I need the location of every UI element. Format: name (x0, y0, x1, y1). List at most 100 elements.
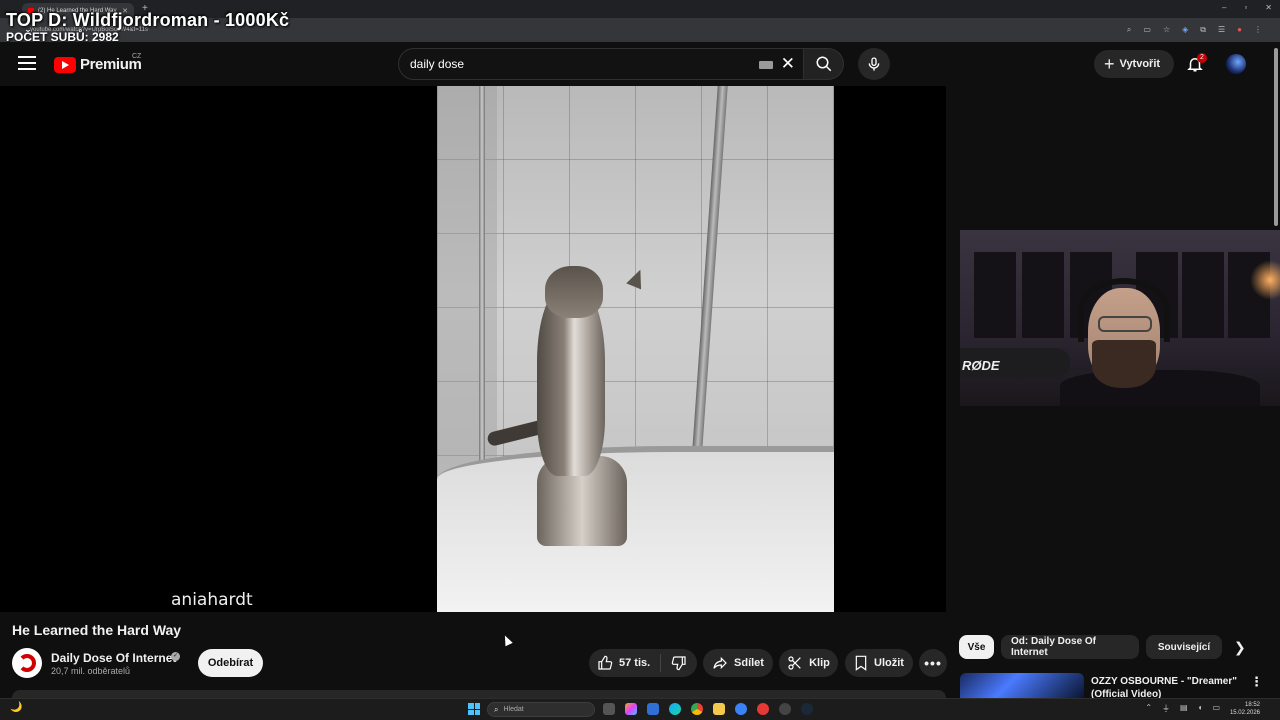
chevron-right-icon[interactable]: ❯ (1234, 639, 1246, 656)
taskbar-clock[interactable]: 18:52 15.02.2026 (1230, 701, 1260, 717)
streamer-shirt (1060, 370, 1260, 406)
clear-search-icon[interactable]: ✕ (781, 55, 795, 73)
clip-label: Klip (809, 657, 830, 669)
chip-related[interactable]: Související (1146, 635, 1222, 659)
acoustic-panel (1182, 252, 1224, 338)
cat-head (545, 266, 603, 318)
share-icon (713, 656, 727, 670)
battery-icon[interactable]: ▭ (1212, 703, 1220, 714)
extensions-puzzle-icon[interactable]: ⧉ (1200, 25, 1206, 35)
dislike-button[interactable] (661, 655, 687, 671)
country-code: CZ (132, 53, 142, 60)
mouse-cursor-icon (501, 633, 513, 647)
clock-date: 15.02.2026 (1229, 710, 1260, 716)
video-player[interactable]: aniahardt (0, 86, 946, 612)
app-icon[interactable] (735, 703, 747, 715)
window-controls: – ▫ ✕ (1222, 3, 1272, 12)
kebab-menu-icon[interactable]: ⋮ (1250, 674, 1263, 690)
widgets-icon[interactable] (625, 703, 637, 715)
windows-taskbar: 🌙 ⌕ Hledat ⌃ ⏚ ▤ ◖ ▭ 18:52 15.02.2026 (0, 698, 1280, 720)
clip-button[interactable]: Klip (779, 649, 838, 677)
verified-badge-icon: ✓ (171, 652, 180, 661)
like-dislike-group: 57 tis. (589, 649, 697, 677)
extension-icon[interactable]: ◈ (1182, 25, 1188, 35)
task-view-icon[interactable] (603, 703, 615, 715)
app-icon[interactable] (779, 703, 791, 715)
hamburger-menu-icon[interactable] (18, 56, 36, 70)
thumbs-up-icon (598, 655, 613, 670)
taskbar-search-placeholder: Hledat (503, 706, 524, 713)
channel-avatar[interactable] (12, 648, 42, 678)
search-input[interactable] (410, 57, 730, 71)
profile-icon[interactable]: ● (1237, 25, 1242, 35)
share-label: Sdílet (734, 657, 764, 669)
close-window-icon[interactable]: ✕ (1265, 3, 1272, 12)
bookmark-icon (855, 655, 867, 671)
file-explorer-icon[interactable] (713, 703, 725, 715)
headphones-icon (1078, 278, 1170, 342)
streamer-beard (1092, 340, 1156, 388)
store-icon[interactable] (647, 703, 659, 715)
video-title: He Learned the Hard Way (12, 622, 182, 638)
windows-start-icon[interactable] (468, 703, 480, 715)
related-video-title[interactable]: OZZY OSBOURNE - "Dreamer" (Official Vide… (1091, 675, 1241, 698)
share-button[interactable]: Sdílet (703, 649, 773, 677)
chip-from-channel[interactable]: Od: Daily Dose Of Internet (1001, 635, 1139, 659)
volume-icon[interactable]: ◖ (1198, 703, 1203, 714)
stream-overlay-top-donor: TOP D: Wildfjordroman - 1000Kč (6, 10, 290, 30)
app-icon[interactable] (757, 703, 769, 715)
youtube-logo-icon (54, 56, 76, 73)
maximize-icon[interactable]: ▫ (1244, 3, 1247, 12)
acoustic-panel (1022, 252, 1064, 338)
create-label: Vytvořit (1119, 58, 1161, 70)
related-video-thumbnail[interactable] (960, 673, 1084, 698)
microphone-icon (868, 57, 880, 71)
search-icon (816, 56, 831, 72)
like-count: 57 tis. (619, 657, 651, 669)
network-icon[interactable]: ▤ (1180, 703, 1188, 714)
save-button[interactable]: Uložit (845, 649, 913, 677)
video-frame[interactable] (437, 86, 834, 612)
notification-badge: 2 (1197, 53, 1207, 63)
create-button[interactable]: + Vytvořit (1094, 50, 1174, 78)
search-box[interactable]: ✕ (398, 48, 804, 80)
address-bar-icons: ⌕ ▭ ☆ ◈ ⧉ ☰ ● ⋮ (1127, 25, 1262, 35)
description-box[interactable] (12, 690, 946, 698)
clock-time: 18:52 (1244, 702, 1260, 708)
chevron-up-icon[interactable]: ⌃ (1145, 703, 1152, 714)
subscriber-count: 20,7 mil. odběratelů (51, 666, 131, 676)
thumbs-down-icon (671, 656, 686, 671)
taskbar-search[interactable]: ⌕ Hledat (487, 702, 595, 717)
scrollbar-thumb[interactable] (1274, 48, 1278, 226)
usb-icon[interactable]: ⏚ (1162, 703, 1170, 714)
shower-tray (437, 446, 834, 612)
youtube-header: Premium CZ ✕ + Vytvořit 2 (0, 42, 1272, 86)
voice-search-button[interactable] (858, 48, 890, 80)
youtube-premium-logo[interactable]: Premium (54, 56, 142, 73)
plus-icon: + (1104, 54, 1115, 74)
keyboard-icon[interactable] (759, 61, 773, 69)
search-icon: ⌕ (494, 704, 499, 714)
steam-icon[interactable] (801, 703, 813, 715)
system-tray: ⌃ ⏚ ▤ ◖ ▭ (1145, 703, 1220, 714)
shower-door-edge (479, 86, 485, 466)
bookmark-star-icon[interactable]: ☆ (1163, 25, 1170, 35)
save-label: Uložit (874, 657, 904, 669)
like-button[interactable]: 57 tis. (589, 654, 662, 672)
chrome-icon[interactable] (691, 703, 703, 715)
reading-list-icon[interactable]: ☰ (1218, 25, 1225, 35)
browser-menu-icon[interactable]: ⋮ (1254, 25, 1262, 35)
zoom-icon[interactable]: ⌕ (1127, 25, 1131, 35)
channel-name[interactable]: Daily Dose Of Internet (51, 651, 176, 665)
search-button[interactable] (804, 48, 844, 80)
edge-icon[interactable] (669, 703, 681, 715)
mic-brand-logo: RØDE (962, 358, 1000, 373)
cast-icon[interactable]: ▭ (1143, 25, 1151, 35)
more-actions-button[interactable]: ••• (919, 649, 947, 677)
subscribe-button[interactable]: Odebírat (198, 649, 263, 677)
account-avatar[interactable] (1226, 54, 1246, 74)
minimize-icon[interactable]: – (1222, 3, 1226, 12)
weather-moon-icon[interactable]: 🌙 (10, 702, 22, 713)
chip-all[interactable]: Vše (959, 635, 994, 659)
lamp-glow (1250, 260, 1280, 300)
